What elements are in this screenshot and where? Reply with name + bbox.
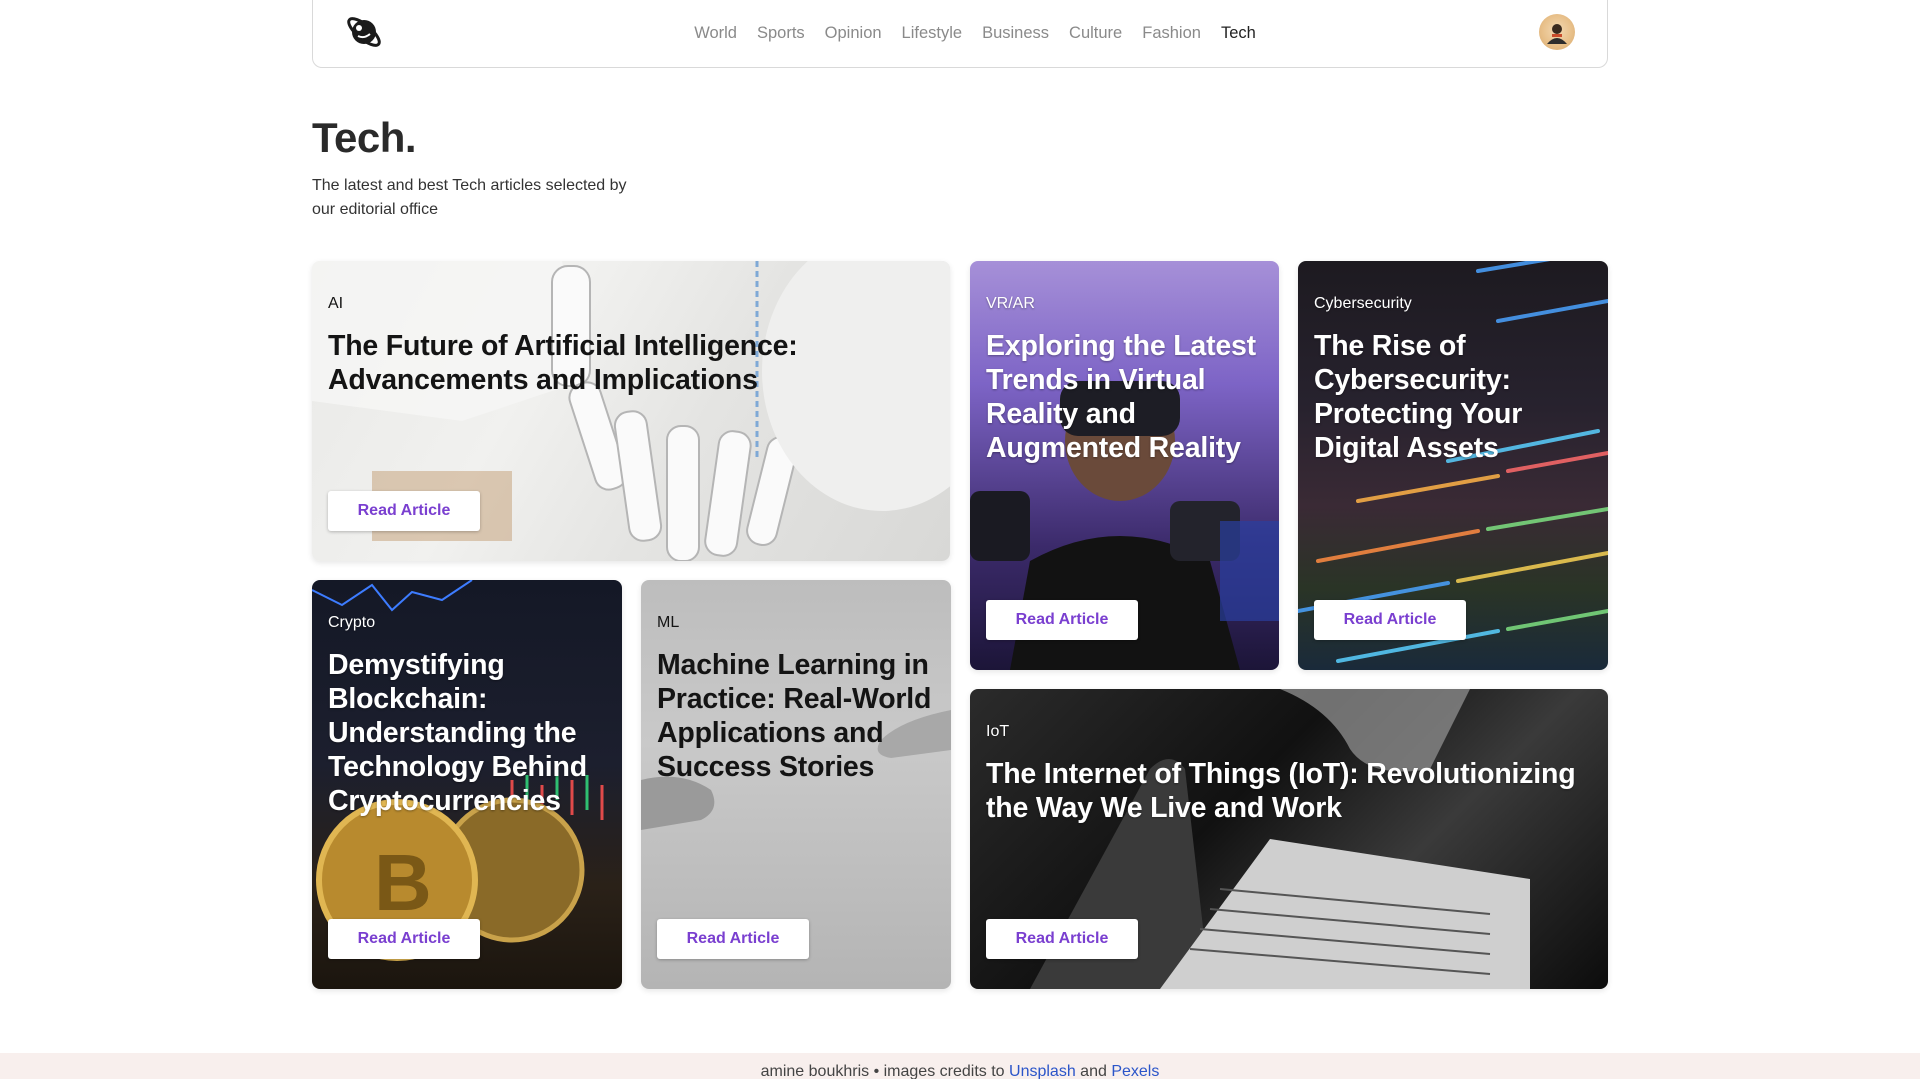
top-navbar: World Sports Opinion Lifestyle Business …: [312, 0, 1608, 68]
article-card-iot[interactable]: IoT The Internet of Things (IoT): Revolu…: [970, 689, 1608, 989]
page-subtitle: The latest and best Tech articles select…: [312, 177, 627, 218]
article-card-ml[interactable]: ML Machine Learning in Practice: Real-Wo…: [641, 580, 951, 989]
footer-and-text: and: [1080, 1063, 1107, 1079]
card-title[interactable]: Demystifying Blockchain: Understanding t…: [328, 648, 606, 818]
card-tag: ML: [657, 614, 680, 631]
card-tag: Cybersecurity: [1314, 295, 1412, 312]
nav-link-sports[interactable]: Sports: [757, 24, 805, 43]
footer-link-unsplash[interactable]: Unsplash: [1009, 1063, 1076, 1079]
card-tag: IoT: [986, 723, 1010, 740]
page-footer: amine boukhris • images credits to Unspl…: [0, 1053, 1920, 1079]
article-card-cybersecurity[interactable]: Cybersecurity The Rise of Cybersecurity:…: [1298, 261, 1608, 670]
card-tag: Crypto: [328, 614, 376, 631]
category-menu: World Sports Opinion Lifestyle Business …: [313, 0, 1607, 68]
card-title[interactable]: The Internet of Things (IoT): Revolution…: [986, 757, 1592, 825]
card-title[interactable]: The Future of Artificial Intelligence: A…: [328, 329, 934, 397]
card-title[interactable]: The Rise of Cybersecurity: Protecting Yo…: [1314, 329, 1592, 465]
read-article-button[interactable]: Read Article: [986, 919, 1138, 959]
read-article-button[interactable]: Read Article: [328, 491, 480, 531]
page-title: Tech.: [312, 114, 417, 161]
nav-link-tech[interactable]: Tech: [1221, 24, 1256, 43]
article-card-crypto[interactable]: B Crypto Demystifying Blockchain: Unders…: [312, 580, 622, 989]
nav-link-opinion[interactable]: Opinion: [825, 24, 882, 43]
nav-link-business[interactable]: Business: [982, 24, 1049, 43]
card-tag: AI: [328, 295, 344, 312]
footer-link-pexels[interactable]: Pexels: [1111, 1063, 1159, 1079]
nav-link-fashion[interactable]: Fashion: [1142, 24, 1201, 43]
read-article-button[interactable]: Read Article: [657, 919, 809, 959]
read-article-button[interactable]: Read Article: [1314, 600, 1466, 640]
nav-link-culture[interactable]: Culture: [1069, 24, 1122, 43]
card-title[interactable]: Exploring the Latest Trends in Virtual R…: [986, 329, 1263, 465]
footer-credit-text: amine boukhris • images credits to: [760, 1063, 1005, 1079]
article-card-ai[interactable]: AI The Future of Artificial Intelligence…: [312, 261, 950, 561]
user-avatar[interactable]: [1539, 14, 1575, 50]
article-card-vr-ar[interactable]: VR/AR Exploring the Latest Trends in Vir…: [970, 261, 1279, 670]
read-article-button[interactable]: Read Article: [328, 919, 480, 959]
card-title[interactable]: Machine Learning in Practice: Real-World…: [657, 648, 935, 784]
nav-link-world[interactable]: World: [694, 24, 737, 43]
card-tag: VR/AR: [986, 295, 1035, 312]
read-article-button[interactable]: Read Article: [986, 600, 1138, 640]
nav-link-lifestyle[interactable]: Lifestyle: [902, 24, 963, 43]
